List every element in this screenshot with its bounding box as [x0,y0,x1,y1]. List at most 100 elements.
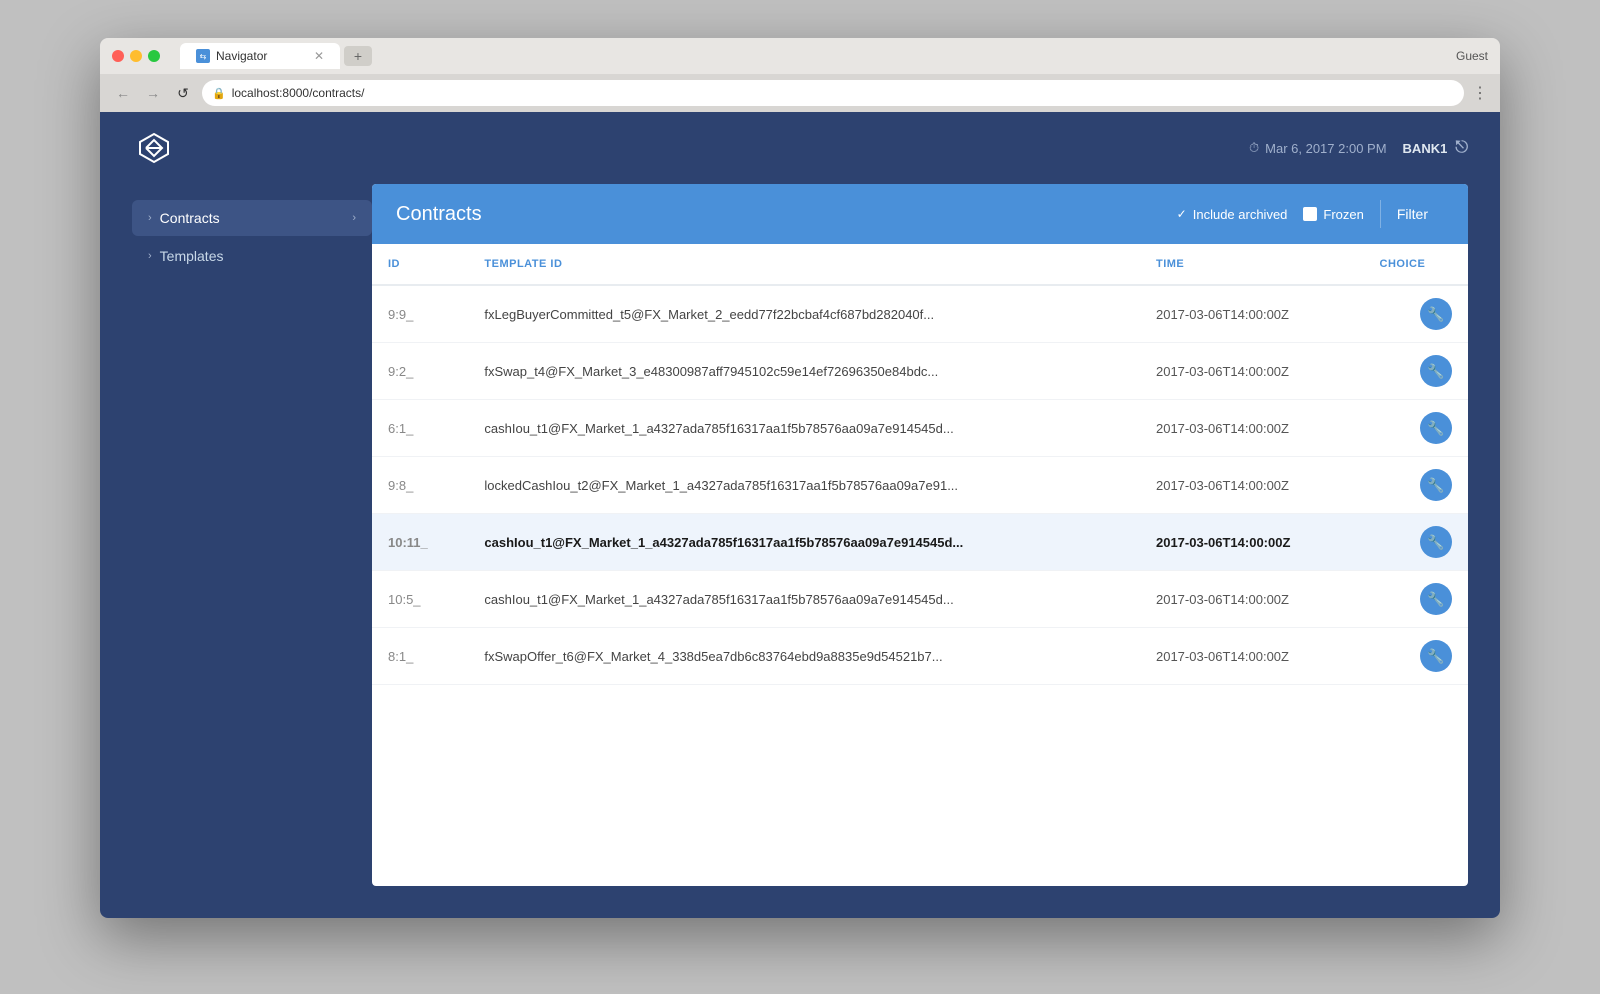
app-header: ⏱ Mar 6, 2017 2:00 PM BANK1 ⎋ [100,112,1500,184]
traffic-lights [112,50,160,62]
table-row[interactable]: 10:11_cashIou_t1@FX_Market_1_a4327ada785… [372,514,1468,571]
cell-id: 6:1_ [372,400,468,457]
tab-favicon: ⇆ [196,49,210,63]
header-datetime: ⏱ Mar 6, 2017 2:00 PM [1249,140,1387,156]
contracts-controls: ✓ Include archived Frozen Filter [1177,200,1444,228]
username-label: BANK1 [1403,141,1448,156]
cell-template-id: lockedCashIou_t2@FX_Market_1_a4327ada785… [468,457,1140,514]
browser-window: ⇆ Navigator ✕ + Guest ← → ↺ 🔒 localhost:… [100,38,1500,918]
frozen-checkbox[interactable] [1303,207,1317,221]
cell-time: 2017-03-06T14:00:00Z [1140,514,1364,571]
wrench-button[interactable]: 🔧 [1420,469,1452,501]
checkmark-icon: ✓ [1177,207,1187,221]
cell-template-id: cashIou_t1@FX_Market_1_a4327ada785f16317… [468,400,1140,457]
cell-template-id: fxLegBuyerCommitted_t5@FX_Market_2_eedd7… [468,285,1140,343]
cell-time: 2017-03-06T14:00:00Z [1140,285,1364,343]
cell-template-id: cashIou_t1@FX_Market_1_a4327ada785f16317… [468,514,1140,571]
cell-template-id: fxSwap_t4@FX_Market_3_e48300987aff794510… [468,343,1140,400]
cell-choice[interactable]: 🔧 [1364,514,1468,571]
expand-icon: › [352,212,356,224]
table-header-row: ID TEMPLATE ID TIME CHOICE [372,244,1468,285]
tab-bar: ⇆ Navigator ✕ + [180,43,1448,69]
content-area: Contracts ✓ Include archived Frozen Filt… [372,184,1468,886]
cell-id: 9:8_ [372,457,468,514]
url-display: localhost:8000/contracts/ [232,86,365,100]
cell-id: 9:9_ [372,285,468,343]
include-archived-control[interactable]: ✓ Include archived [1177,207,1288,222]
cell-template-id: fxSwapOffer_t6@FX_Market_4_338d5ea7db6c8… [468,628,1140,685]
col-header-choice: CHOICE [1364,244,1468,285]
frozen-control[interactable]: Frozen [1303,207,1363,222]
chevron-right-icon: › [148,212,152,224]
cell-choice[interactable]: 🔧 [1364,628,1468,685]
contracts-table: ID TEMPLATE ID TIME CHOICE 9:9_fxLegBuye… [372,244,1468,685]
tab-close-button[interactable]: ✕ [314,49,324,63]
contracts-header: Contracts ✓ Include archived Frozen Filt… [372,184,1468,244]
table-row[interactable]: 9:9_fxLegBuyerCommitted_t5@FX_Market_2_e… [372,285,1468,343]
wrench-button[interactable]: 🔧 [1420,355,1452,387]
browser-titlebar: ⇆ Navigator ✕ + Guest [100,38,1500,74]
cell-id: 8:1_ [372,628,468,685]
frozen-label: Frozen [1323,207,1363,222]
cell-time: 2017-03-06T14:00:00Z [1140,343,1364,400]
browser-toolbar: ← → ↺ 🔒 localhost:8000/contracts/ ⋮ [100,74,1500,112]
cell-time: 2017-03-06T14:00:00Z [1140,457,1364,514]
app-logo [132,126,176,170]
include-archived-label: Include archived [1193,207,1288,222]
address-bar[interactable]: 🔒 localhost:8000/contracts/ [202,80,1464,106]
chevron-right-icon-2: › [148,250,152,262]
cell-time: 2017-03-06T14:00:00Z [1140,571,1364,628]
sidebar-item-templates[interactable]: › Templates [132,238,372,274]
wrench-button[interactable]: 🔧 [1420,412,1452,444]
app-window: ⏱ Mar 6, 2017 2:00 PM BANK1 ⎋ › Contract… [100,112,1500,918]
table-row[interactable]: 9:8_lockedCashIou_t2@FX_Market_1_a4327ad… [372,457,1468,514]
wrench-button[interactable]: 🔧 [1420,640,1452,672]
forward-button[interactable]: → [142,82,164,104]
browser-menu-button[interactable]: ⋮ [1472,83,1488,103]
contracts-title: Contracts [396,203,482,226]
cell-choice[interactable]: 🔧 [1364,571,1468,628]
sidebar-item-label: Contracts [160,210,220,226]
clock-icon: ⏱ [1249,140,1259,156]
cell-template-id: cashIou_t1@FX_Market_1_a4327ada785f16317… [468,571,1140,628]
wrench-button[interactable]: 🔧 [1420,526,1452,558]
cell-choice[interactable]: 🔧 [1364,285,1468,343]
new-tab-button[interactable]: + [344,46,372,66]
reload-button[interactable]: ↺ [172,82,194,104]
wrench-button[interactable]: 🔧 [1420,298,1452,330]
security-icon: 🔒 [212,87,226,100]
logout-icon[interactable]: ⎋ [1455,139,1468,157]
browser-tab[interactable]: ⇆ Navigator ✕ [180,43,340,69]
sidebar: › Contracts › › Templates [132,184,372,886]
sidebar-item-label-2: Templates [160,248,224,264]
col-header-time: TIME [1140,244,1364,285]
minimize-button[interactable] [130,50,142,62]
table-row[interactable]: 6:1_cashIou_t1@FX_Market_1_a4327ada785f1… [372,400,1468,457]
datetime-text: Mar 6, 2017 2:00 PM [1265,141,1386,156]
table-row[interactable]: 10:5_cashIou_t1@FX_Market_1_a4327ada785f… [372,571,1468,628]
browser-guest-label: Guest [1456,49,1488,63]
cell-choice[interactable]: 🔧 [1364,457,1468,514]
close-button[interactable] [112,50,124,62]
contracts-table-container: ID TEMPLATE ID TIME CHOICE 9:9_fxLegBuye… [372,244,1468,886]
wrench-button[interactable]: 🔧 [1420,583,1452,615]
cell-id: 10:11_ [372,514,468,571]
cell-id: 9:2_ [372,343,468,400]
col-header-id: ID [372,244,468,285]
header-right: ⏱ Mar 6, 2017 2:00 PM BANK1 ⎋ [1249,139,1468,157]
cell-choice[interactable]: 🔧 [1364,343,1468,400]
col-header-template-id: TEMPLATE ID [468,244,1140,285]
back-button[interactable]: ← [112,82,134,104]
app-main: › Contracts › › Templates Contracts [100,184,1500,918]
filter-button[interactable]: Filter [1380,200,1444,228]
cell-time: 2017-03-06T14:00:00Z [1140,628,1364,685]
maximize-button[interactable] [148,50,160,62]
header-user: BANK1 ⎋ [1403,139,1468,157]
tab-label: Navigator [216,49,267,63]
cell-choice[interactable]: 🔧 [1364,400,1468,457]
cell-time: 2017-03-06T14:00:00Z [1140,400,1364,457]
cell-id: 10:5_ [372,571,468,628]
table-row[interactable]: 8:1_fxSwapOffer_t6@FX_Market_4_338d5ea7d… [372,628,1468,685]
sidebar-item-contracts[interactable]: › Contracts › [132,200,372,236]
table-row[interactable]: 9:2_fxSwap_t4@FX_Market_3_e48300987aff79… [372,343,1468,400]
